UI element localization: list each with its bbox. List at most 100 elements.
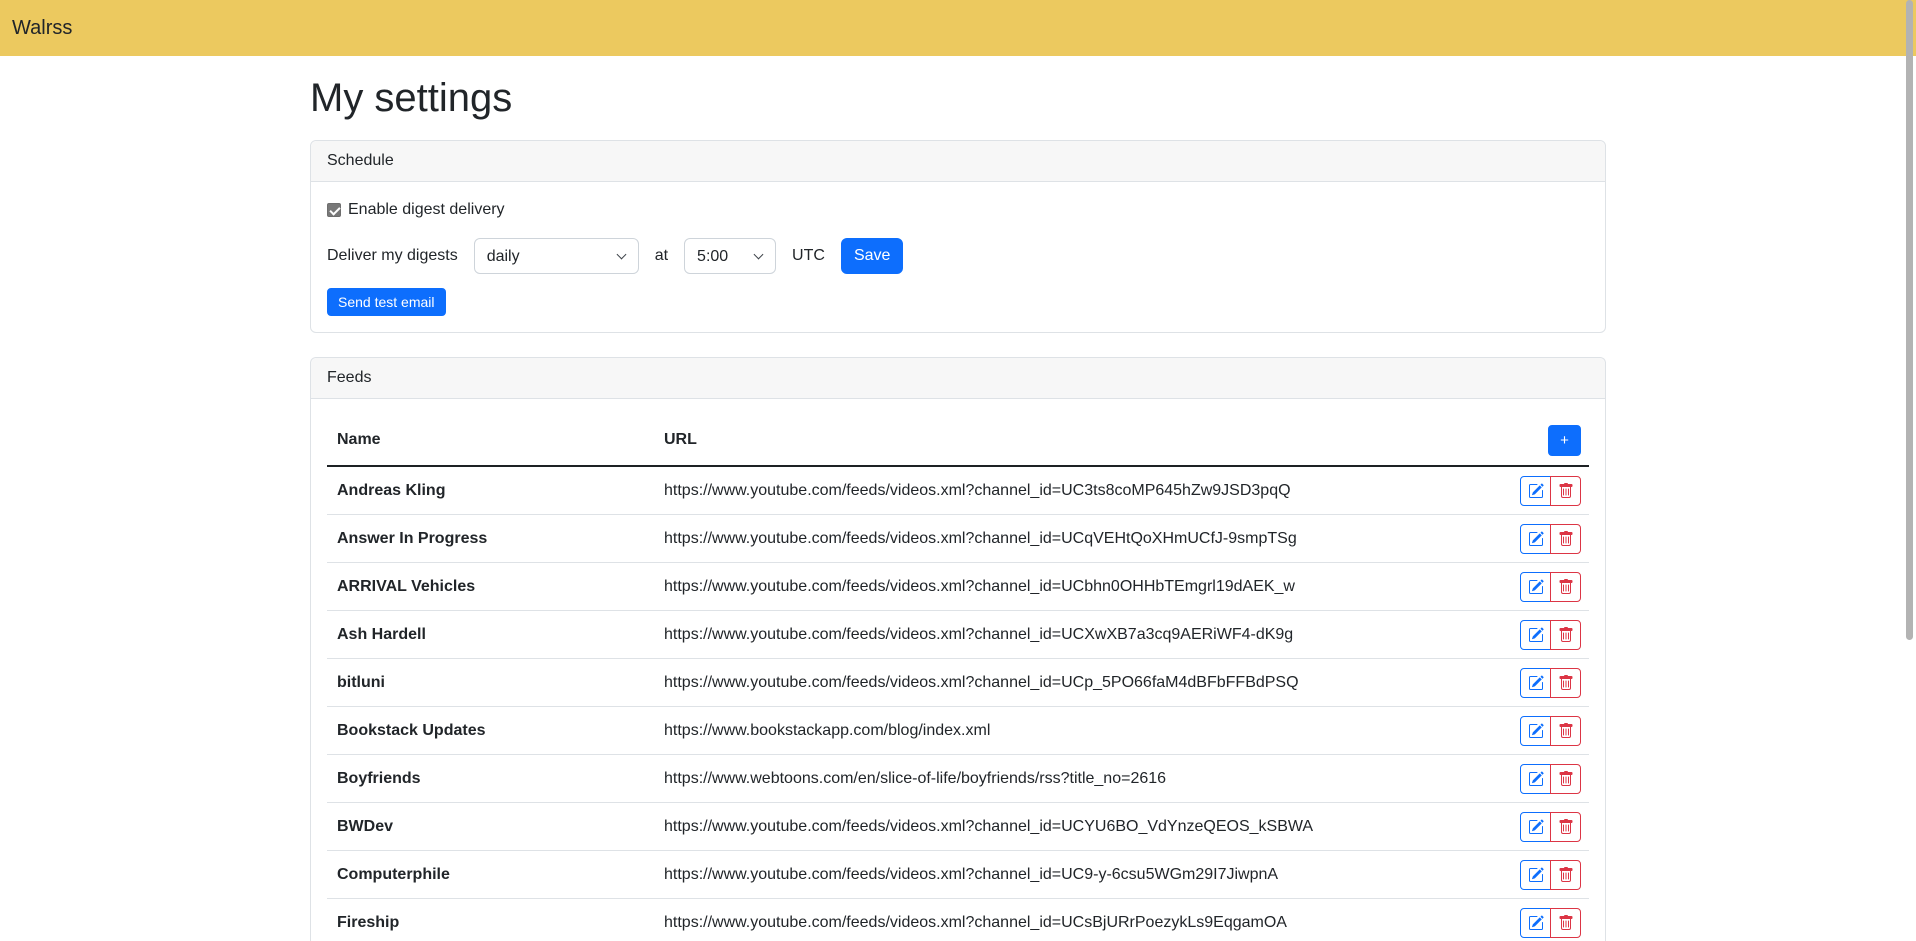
row-actions xyxy=(1520,524,1581,554)
feed-name: Bookstack Updates xyxy=(327,714,654,748)
enable-digest-label[interactable]: Enable digest delivery xyxy=(327,198,1589,222)
row-actions xyxy=(1520,620,1581,650)
edit-feed-button[interactable] xyxy=(1520,620,1551,650)
table-row: Ash Hardell https://www.youtube.com/feed… xyxy=(327,611,1589,659)
delete-feed-button[interactable] xyxy=(1550,524,1581,554)
edit-feed-button[interactable] xyxy=(1520,860,1551,890)
trash-icon xyxy=(1558,915,1574,931)
time-select[interactable]: 5:00 xyxy=(684,238,776,274)
feed-name: Computerphile xyxy=(327,858,654,892)
enable-digest-checkbox[interactable] xyxy=(327,203,341,217)
trash-icon xyxy=(1558,579,1574,595)
feed-url: https://www.youtube.com/feeds/videos.xml… xyxy=(654,906,1499,940)
table-row: Computerphile https://www.youtube.com/fe… xyxy=(327,851,1589,899)
send-test-email-button[interactable]: Send test email xyxy=(327,288,446,316)
trash-icon xyxy=(1558,675,1574,691)
save-button[interactable]: Save xyxy=(841,238,903,274)
feed-name: Answer In Progress xyxy=(327,522,654,556)
feeds-table-header: Name URL + xyxy=(327,415,1589,467)
delete-feed-button[interactable] xyxy=(1550,572,1581,602)
schedule-card-body: Enable digest delivery Deliver my digest… xyxy=(311,182,1605,332)
pencil-square-icon xyxy=(1528,675,1544,691)
feeds-table-body: Andreas Kling https://www.youtube.com/fe… xyxy=(327,467,1589,941)
schedule-card: Schedule Enable digest delivery Deliver … xyxy=(310,140,1606,333)
trash-icon xyxy=(1558,723,1574,739)
delete-feed-button[interactable] xyxy=(1550,476,1581,506)
at-label: at xyxy=(655,247,668,265)
feed-name: bitluni xyxy=(327,666,654,700)
feed-url: https://www.youtube.com/feeds/videos.xml… xyxy=(654,522,1499,556)
edit-feed-button[interactable] xyxy=(1520,476,1551,506)
table-row: bitluni https://www.youtube.com/feeds/vi… xyxy=(327,659,1589,707)
row-actions xyxy=(1520,716,1581,746)
timezone-label: UTC xyxy=(792,247,825,265)
feed-name: BWDev xyxy=(327,810,654,844)
table-row: Boyfriends https://www.webtoons.com/en/s… xyxy=(327,755,1589,803)
page-title: My settings xyxy=(310,74,1606,122)
feed-name: Fireship xyxy=(327,906,654,940)
edit-feed-button[interactable] xyxy=(1520,812,1551,842)
feed-url: https://www.bookstackapp.com/blog/index.… xyxy=(654,714,1499,748)
feed-url: https://www.webtoons.com/en/slice-of-lif… xyxy=(654,762,1499,796)
pencil-square-icon xyxy=(1528,723,1544,739)
edit-feed-button[interactable] xyxy=(1520,572,1551,602)
trash-icon xyxy=(1558,867,1574,883)
row-actions xyxy=(1520,668,1581,698)
vertical-scrollbar-thumb[interactable] xyxy=(1906,0,1913,640)
pencil-square-icon xyxy=(1528,627,1544,643)
table-row: Fireship https://www.youtube.com/feeds/v… xyxy=(327,899,1589,941)
trash-icon xyxy=(1558,531,1574,547)
delete-feed-button[interactable] xyxy=(1550,716,1581,746)
delete-feed-button[interactable] xyxy=(1550,908,1581,938)
trash-icon xyxy=(1558,627,1574,643)
edit-feed-button[interactable] xyxy=(1520,908,1551,938)
row-actions xyxy=(1520,764,1581,794)
pencil-square-icon xyxy=(1528,867,1544,883)
main-container: My settings Schedule Enable digest deliv… xyxy=(310,56,1606,941)
feeds-card: Feeds Name URL + Andreas Kling https://w… xyxy=(310,357,1606,941)
feed-name: Ash Hardell xyxy=(327,618,654,652)
row-actions xyxy=(1520,476,1581,506)
add-feed-button[interactable]: + xyxy=(1548,425,1581,456)
feed-name: Andreas Kling xyxy=(327,474,654,508)
pencil-square-icon xyxy=(1528,819,1544,835)
row-actions xyxy=(1520,908,1581,938)
pencil-square-icon xyxy=(1528,915,1544,931)
feeds-table: Name URL + Andreas Kling https://www.you… xyxy=(327,415,1589,941)
pencil-square-icon xyxy=(1528,531,1544,547)
edit-feed-button[interactable] xyxy=(1520,764,1551,794)
edit-feed-button[interactable] xyxy=(1520,716,1551,746)
feed-name: ARRIVAL Vehicles xyxy=(327,570,654,604)
delete-feed-button[interactable] xyxy=(1550,860,1581,890)
table-row: Bookstack Updates https://www.bookstacka… xyxy=(327,707,1589,755)
feed-url: https://www.youtube.com/feeds/videos.xml… xyxy=(654,618,1499,652)
edit-feed-button[interactable] xyxy=(1520,668,1551,698)
delete-feed-button[interactable] xyxy=(1550,620,1581,650)
deliver-label: Deliver my digests xyxy=(327,247,458,265)
row-actions xyxy=(1520,572,1581,602)
feed-url: https://www.youtube.com/feeds/videos.xml… xyxy=(654,570,1499,604)
table-row: ARRIVAL Vehicles https://www.youtube.com… xyxy=(327,563,1589,611)
delete-feed-button[interactable] xyxy=(1550,812,1581,842)
pencil-square-icon xyxy=(1528,483,1544,499)
frequency-select[interactable]: daily xyxy=(474,238,639,274)
row-actions xyxy=(1520,860,1581,890)
column-header-name: Name xyxy=(327,423,654,457)
feed-url: https://www.youtube.com/feeds/videos.xml… xyxy=(654,474,1499,508)
pencil-square-icon xyxy=(1528,579,1544,595)
feed-url: https://www.youtube.com/feeds/videos.xml… xyxy=(654,810,1499,844)
delete-feed-button[interactable] xyxy=(1550,764,1581,794)
row-actions xyxy=(1520,812,1581,842)
trash-icon xyxy=(1558,819,1574,835)
feeds-card-body: Name URL + Andreas Kling https://www.you… xyxy=(311,399,1605,941)
feed-url: https://www.youtube.com/feeds/videos.xml… xyxy=(654,666,1499,700)
feed-url: https://www.youtube.com/feeds/videos.xml… xyxy=(654,858,1499,892)
schedule-card-header: Schedule xyxy=(311,141,1605,182)
brand-link[interactable]: Walrss xyxy=(12,17,72,40)
column-header-url: URL xyxy=(654,423,1499,457)
delete-feed-button[interactable] xyxy=(1550,668,1581,698)
feeds-card-header: Feeds xyxy=(311,358,1605,399)
delivery-form-row: Deliver my digests daily at 5:00 UTC Sav… xyxy=(327,238,1589,274)
edit-feed-button[interactable] xyxy=(1520,524,1551,554)
feed-name: Boyfriends xyxy=(327,762,654,796)
